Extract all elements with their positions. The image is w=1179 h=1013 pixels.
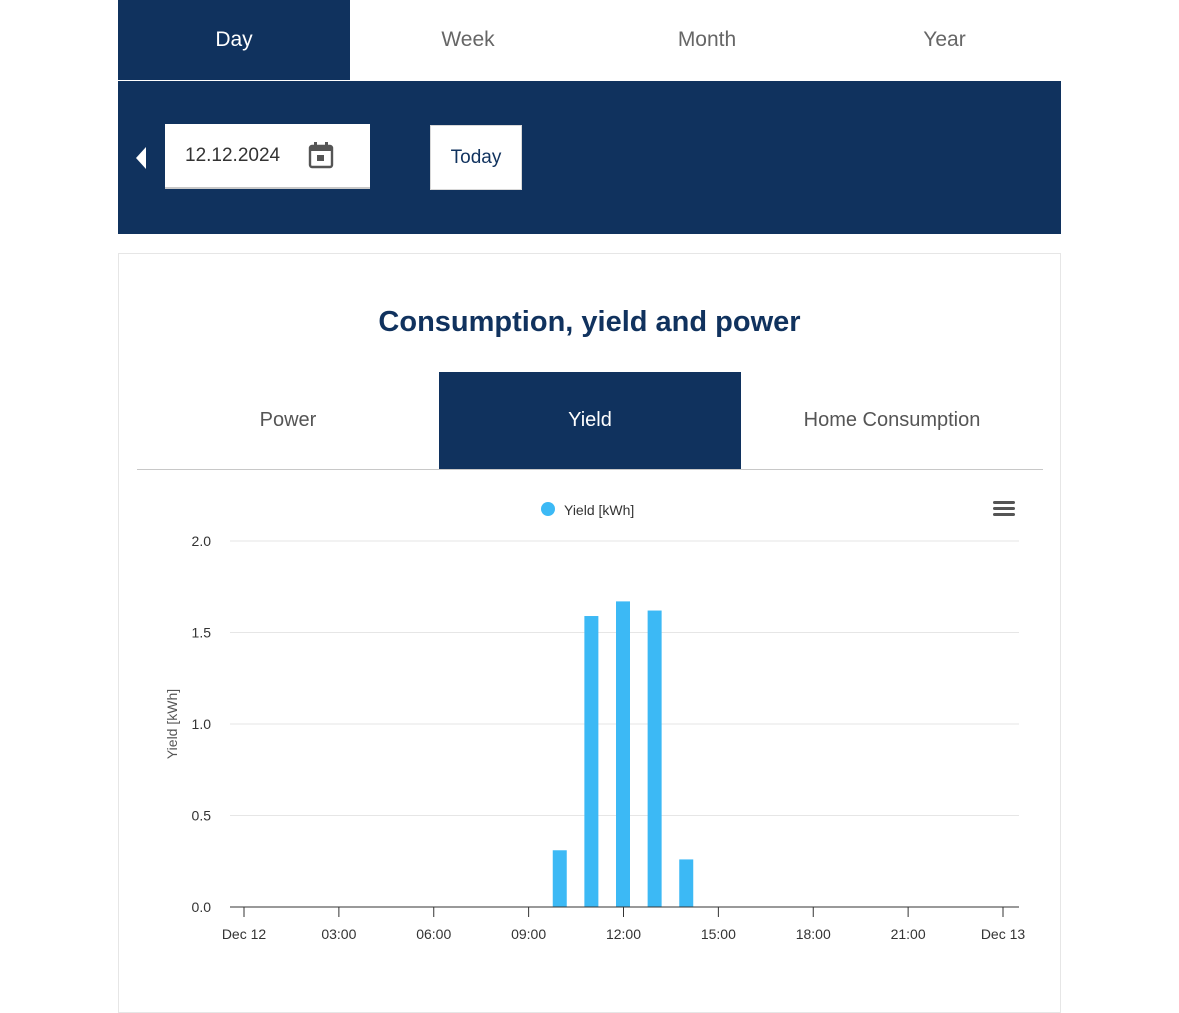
x-tick-label: 21:00 (891, 926, 926, 942)
date-bar: 12.12.2024 Today (118, 81, 1061, 234)
yield-bar[interactable] (647, 610, 662, 907)
x-tick-label: 18:00 (796, 926, 831, 942)
yield-bar[interactable] (584, 616, 599, 907)
yield-bar[interactable] (552, 850, 567, 907)
y-tick-label: 0.5 (192, 808, 212, 824)
legend-label: Yield [kWh] (564, 502, 634, 518)
x-tick-label: 12:00 (606, 926, 641, 942)
x-tick-label: 15:00 (701, 926, 736, 942)
today-button[interactable]: Today (430, 125, 522, 190)
hamburger-menu-icon[interactable] (993, 501, 1015, 516)
date-value: 12.12.2024 (185, 145, 281, 166)
tab-year[interactable]: Year (828, 0, 1061, 80)
top-section: Day Week Month Year 12.12.2024 Today (118, 0, 1061, 234)
tab-week[interactable]: Week (350, 0, 586, 80)
y-axis-label: Yield [kWh] (164, 689, 180, 759)
period-tabs: Day Week Month Year (118, 0, 1061, 81)
x-tick-label: 09:00 (511, 926, 546, 942)
yield-chart: Yield [kWh] Yield [kWh] 0.0 0.5 1.0 1.5 2.0 D… (164, 501, 1026, 942)
calendar-icon[interactable] (308, 141, 334, 169)
legend-marker (541, 502, 555, 516)
yield-bar[interactable] (616, 601, 630, 907)
tab-month[interactable]: Month (586, 0, 828, 80)
y-tick-label: 0.0 (192, 899, 212, 915)
y-tick-label: 1.5 (192, 625, 212, 641)
y-tick-label: 2.0 (192, 533, 212, 549)
x-tick-label: 03:00 (321, 926, 356, 942)
x-tick-label: Dec 12 (222, 926, 267, 942)
date-input[interactable]: 12.12.2024 (165, 124, 370, 189)
x-tick-label: Dec 13 (981, 926, 1026, 942)
tab-day[interactable]: Day (118, 0, 350, 80)
chart-card: Consumption, yield and power Power Yield… (118, 253, 1061, 1013)
x-tick-label: 06:00 (416, 926, 451, 942)
triangle-left-icon[interactable] (134, 145, 150, 171)
yield-bar[interactable] (679, 859, 694, 907)
y-tick-label: 1.0 (192, 716, 212, 732)
chart-legend[interactable]: Yield [kWh] (541, 502, 634, 518)
